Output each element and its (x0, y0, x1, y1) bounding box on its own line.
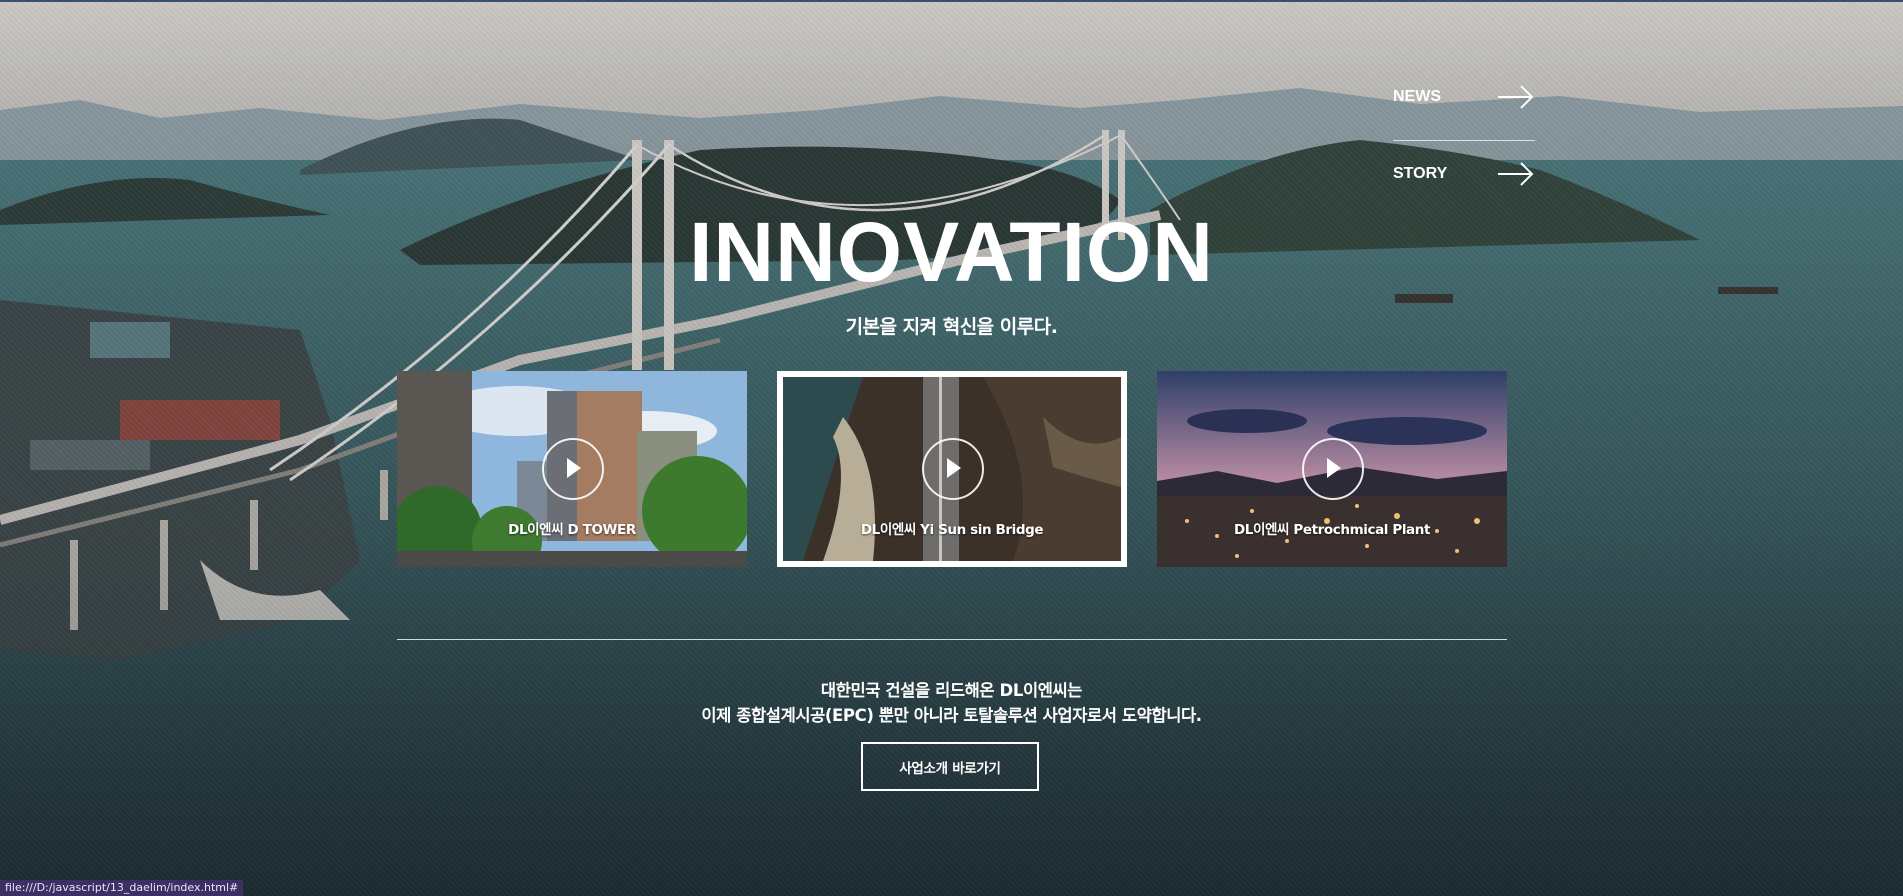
news-link[interactable]: NEWS (1393, 78, 1535, 141)
description-line-2: 이제 종합설계시공(EPC) 뿐만 아니라 토탈솔루션 사업자로서 도약합니다. (701, 706, 1202, 725)
video-card-label: DL이엔씨 Petrochmical Plant (1233, 522, 1431, 538)
side-links: NEWS STORY (1393, 78, 1535, 193)
arrow-right-icon (1497, 84, 1535, 110)
video-card-label: DL이엔씨 Yi Sun sin Bridge (860, 522, 1044, 538)
video-card-d-tower[interactable]: DL이엔씨 D TOWER (397, 371, 747, 567)
company-description: 대한민국 건설을 리드해온 DL이엔씨는 이제 종합설계시공(EPC) 뿐만 아… (0, 678, 1903, 728)
section-divider (397, 639, 1507, 640)
video-card-petrochemical-plant[interactable]: DL이엔씨 Petrochmical Plant (1157, 371, 1507, 567)
description-line-1: 대한민국 건설을 리드해온 DL이엔씨는 (820, 681, 1083, 700)
hero-title: INNOVATION (689, 205, 1214, 299)
video-card-bridge[interactable]: DL이엔씨 Yi Sun sin Bridge (777, 371, 1127, 567)
story-link[interactable]: STORY (1393, 155, 1535, 193)
play-icon[interactable] (1302, 438, 1364, 500)
browser-status-url: file:///D:/javascript/13_daelim/index.ht… (0, 880, 244, 896)
arrow-right-icon (1497, 161, 1535, 187)
video-card-label: DL이엔씨 D TOWER (508, 522, 636, 538)
hero-subtitle: 기본을 지켜 혁신을 이루다. (845, 316, 1058, 338)
news-link-label: NEWS (1393, 88, 1441, 105)
play-icon[interactable] (542, 438, 604, 500)
play-icon[interactable] (922, 438, 984, 500)
video-card-list: DL이엔씨 D TOWER DL이엔씨 Yi Sun sin Bridge DL… (397, 371, 1507, 567)
business-intro-button[interactable]: 사업소개 바로가기 (861, 742, 1039, 791)
top-border (0, 0, 1903, 2)
story-link-label: STORY (1393, 165, 1448, 182)
